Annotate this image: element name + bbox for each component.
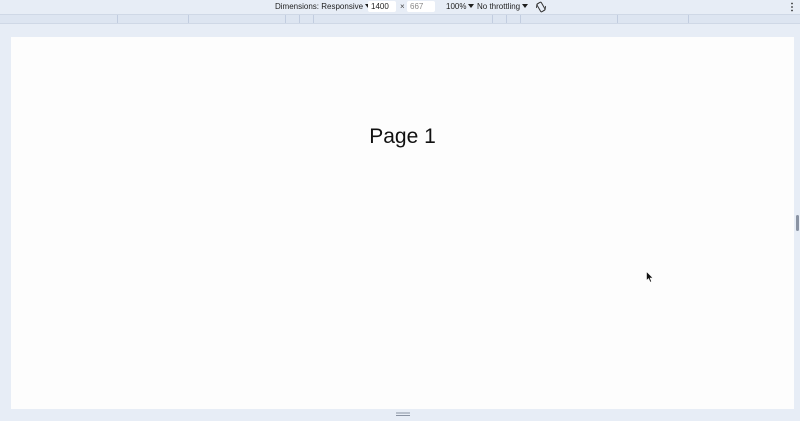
throttling-dropdown[interactable]: No throttling <box>477 1 529 13</box>
dimensions-label: Dimensions: Responsive <box>275 2 364 11</box>
chevron-down-icon <box>522 4 529 8</box>
width-input[interactable]: 1400 <box>368 1 396 12</box>
breakpoint-marker[interactable] <box>492 15 493 23</box>
breakpoint-marker[interactable] <box>285 15 286 23</box>
breakpoint-marker[interactable] <box>520 15 521 23</box>
device-toolbar: Dimensions: Responsive 1400 × 667 100% N… <box>0 0 800 14</box>
mouse-cursor-icon <box>646 271 654 283</box>
breakpoint-marker[interactable] <box>688 15 689 23</box>
breakpoint-marker[interactable] <box>117 15 118 23</box>
throttling-label: No throttling <box>477 2 521 11</box>
zoom-label: 100% <box>446 2 467 11</box>
media-query-bar[interactable] <box>0 14 800 24</box>
breakpoint-marker[interactable] <box>299 15 300 23</box>
rotate-icon[interactable] <box>535 1 547 13</box>
height-input[interactable]: 667 <box>407 1 435 12</box>
chevron-down-icon <box>468 4 475 8</box>
breakpoint-marker[interactable] <box>313 15 314 23</box>
more-vertical-icon[interactable] <box>789 2 795 12</box>
breakpoint-marker[interactable] <box>188 15 189 23</box>
breakpoint-marker[interactable] <box>617 15 618 23</box>
page-title: Page 1 <box>369 125 436 148</box>
dimensions-dropdown[interactable]: Dimensions: Responsive <box>275 1 372 13</box>
height-resize-handle[interactable] <box>396 412 410 417</box>
width-resize-handle[interactable] <box>796 215 799 231</box>
zoom-dropdown[interactable]: 100% <box>446 1 475 13</box>
breakpoint-marker[interactable] <box>506 15 507 23</box>
device-viewport[interactable]: Page 1 <box>11 37 794 409</box>
times-sign: × <box>400 2 405 11</box>
